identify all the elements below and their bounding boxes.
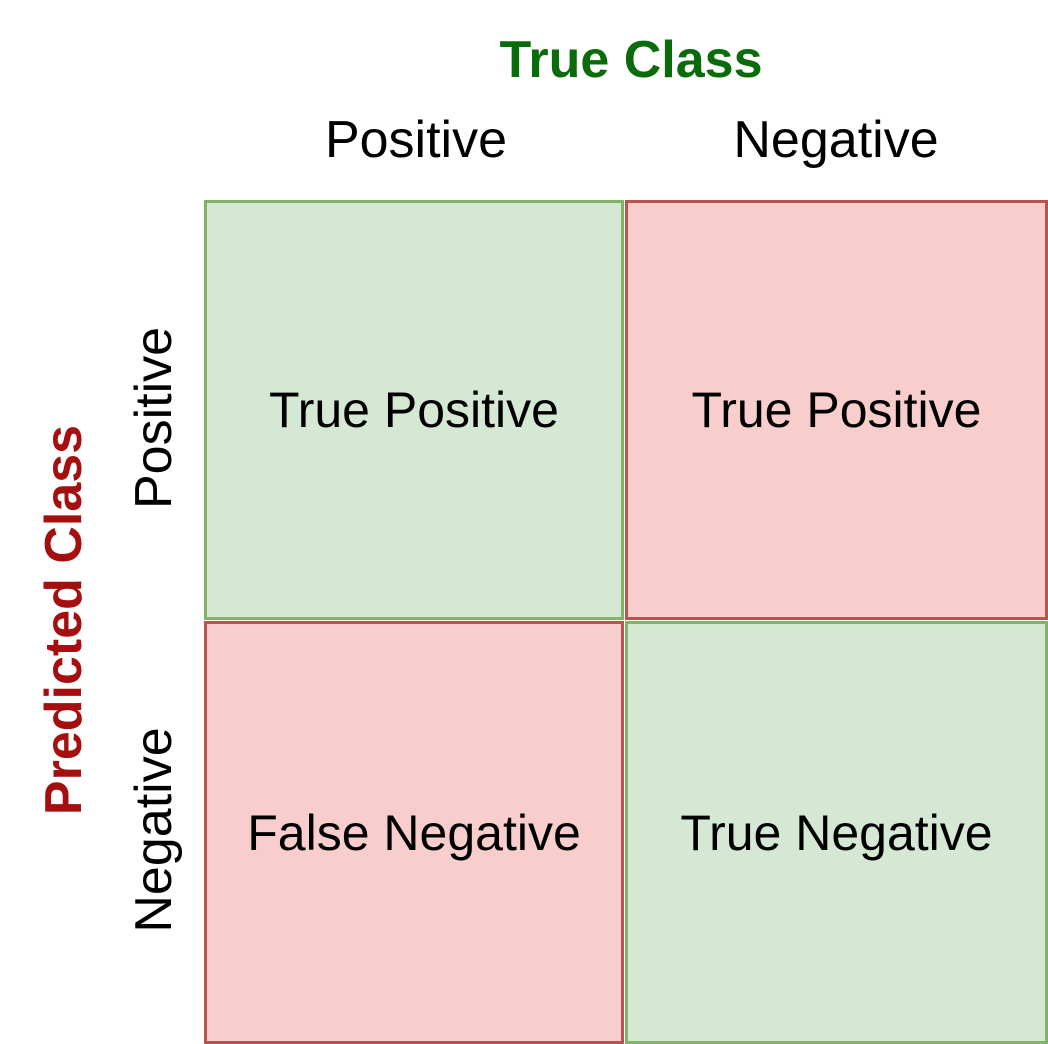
predicted-class-title: Predicted Class <box>35 424 93 816</box>
column-label-negative: Negative <box>733 111 939 169</box>
row-label-negative: Negative <box>125 727 183 933</box>
true-class-title: True Class <box>499 31 763 89</box>
column-label-positive: Positive <box>324 111 508 169</box>
cell-predicted-negative-true-negative: True Negative <box>625 621 1048 1044</box>
cell-label: True Positive <box>691 382 982 438</box>
row-label-positive: Positive <box>125 326 183 510</box>
cell-predicted-positive-true-negative: True Positive <box>625 200 1048 620</box>
cell-predicted-positive-true-positive: True Positive <box>204 200 624 620</box>
confusion-matrix: True Positive True Positive False Negati… <box>204 200 1048 1044</box>
cell-predicted-negative-true-positive: False Negative <box>204 621 624 1044</box>
cell-label: True Positive <box>269 382 559 438</box>
cell-label: True Negative <box>680 804 993 861</box>
cell-label: False Negative <box>247 804 581 861</box>
